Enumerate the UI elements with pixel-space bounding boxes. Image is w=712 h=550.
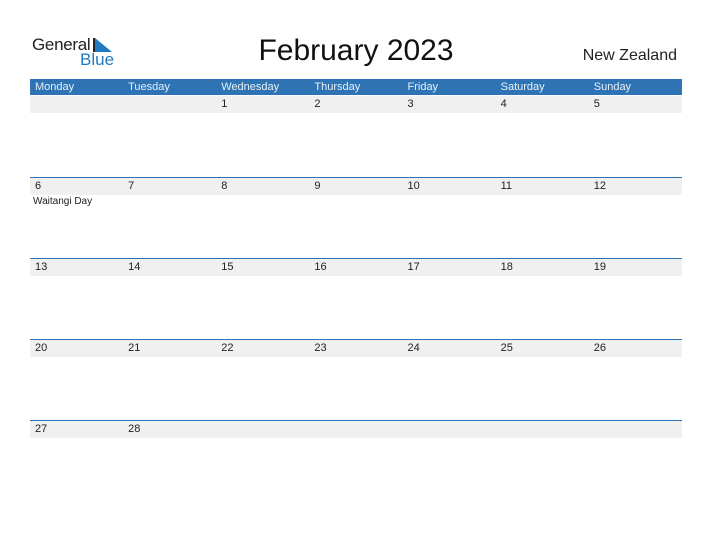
- holiday-event: [30, 113, 123, 114]
- day-number: 27: [35, 423, 48, 435]
- day-number: 7: [128, 180, 135, 192]
- holiday-event: [309, 438, 402, 439]
- day-number: [216, 421, 309, 438]
- holiday-event: [403, 113, 496, 114]
- week-row: 1 2 3 4 5: [30, 96, 682, 114]
- day-number: 20: [35, 342, 48, 354]
- day-number: 8: [221, 180, 228, 192]
- holiday-event: [123, 195, 216, 207]
- weekday-friday: Friday: [407, 81, 439, 93]
- country-label: New Zealand: [582, 47, 677, 64]
- weekday-header: Monday Tuesday Wednesday Thursday Friday…: [30, 79, 682, 95]
- holiday-event: [30, 276, 123, 277]
- week-row: 27 28: [30, 420, 682, 439]
- holiday-event: [496, 276, 589, 277]
- day-number: 16: [314, 261, 327, 273]
- events-row: [30, 113, 682, 114]
- day-number: 18: [500, 261, 513, 273]
- day-number: [496, 421, 589, 438]
- date-strip: 27 28: [30, 421, 682, 438]
- day-number: 11: [500, 180, 513, 192]
- events-row: [30, 357, 682, 358]
- weekday-saturday: Saturday: [500, 81, 545, 93]
- holiday-event: [216, 276, 309, 277]
- day-number: 10: [407, 180, 420, 192]
- day-number: 17: [407, 261, 420, 273]
- events-row: [30, 438, 682, 439]
- day-number: 23: [314, 342, 327, 354]
- date-strip: 20 21 22 23 24 25 26: [30, 340, 682, 357]
- holiday-event: [309, 195, 402, 207]
- holiday-event: [123, 113, 216, 114]
- holiday-event: [589, 276, 682, 277]
- holiday-event: [216, 438, 309, 439]
- day-number: 24: [407, 342, 420, 354]
- weekday-sunday: Sunday: [593, 81, 632, 93]
- week-row: 20 21 22 23 24 25 26: [30, 339, 682, 358]
- holiday-event: [589, 438, 682, 439]
- week-row: 13 14 15 16 17 18 19: [30, 258, 682, 277]
- day-number: 6: [35, 180, 42, 192]
- day-number: 14: [128, 261, 141, 273]
- holiday-event: [309, 357, 402, 358]
- events-row: [30, 276, 682, 277]
- day-number: 15: [221, 261, 234, 273]
- day-number: 21: [128, 342, 141, 354]
- day-number: [123, 96, 216, 113]
- holiday-event: [123, 438, 216, 439]
- day-number: [403, 421, 496, 438]
- day-number: 3: [407, 98, 414, 110]
- holiday-event: [309, 276, 402, 277]
- day-number: 25: [500, 342, 513, 354]
- day-number: 2: [314, 98, 321, 110]
- day-number: [30, 96, 123, 113]
- events-row: Waitangi Day: [30, 195, 682, 207]
- day-number: 13: [35, 261, 48, 273]
- holiday-event: [30, 357, 123, 358]
- date-strip: 1 2 3 4 5: [30, 96, 682, 113]
- holiday-event: [403, 195, 496, 207]
- holiday-event: [589, 195, 682, 207]
- holiday-event: [589, 113, 682, 114]
- day-number: [309, 421, 402, 438]
- holiday-event: [496, 357, 589, 358]
- holiday-event: [496, 438, 589, 439]
- holiday-event: [123, 276, 216, 277]
- day-number: 28: [128, 423, 141, 435]
- holiday-event: [216, 195, 309, 207]
- holiday-event: [309, 113, 402, 114]
- weekday-tuesday: Tuesday: [128, 81, 170, 93]
- week-row: 6 7 8 9 10 11 12 Waitangi Day: [30, 177, 682, 207]
- holiday-event: Waitangi Day: [33, 196, 93, 207]
- day-number: 19: [593, 261, 606, 273]
- day-number: 26: [593, 342, 606, 354]
- holiday-event: [496, 195, 589, 207]
- date-strip: 6 7 8 9 10 11 12: [30, 178, 682, 195]
- day-number: 22: [221, 342, 234, 354]
- holiday-event: [403, 276, 496, 277]
- holiday-event: [589, 357, 682, 358]
- calendar: Monday Tuesday Wednesday Thursday Friday…: [30, 79, 682, 438]
- weekday-thursday: Thursday: [314, 81, 361, 93]
- day-number: 5: [593, 98, 600, 110]
- holiday-event: [403, 438, 496, 439]
- day-number: 9: [314, 180, 321, 192]
- holiday-event: [496, 113, 589, 114]
- weekday-monday: Monday: [35, 81, 75, 93]
- date-strip: 13 14 15 16 17 18 19: [30, 259, 682, 276]
- day-number: 1: [221, 98, 228, 110]
- holiday-event: [30, 438, 123, 439]
- weekday-wednesday: Wednesday: [221, 81, 280, 93]
- holiday-event: [216, 357, 309, 358]
- day-number: [589, 421, 682, 438]
- day-number: 4: [500, 98, 507, 110]
- holiday-event: [216, 113, 309, 114]
- day-number: 12: [593, 180, 606, 192]
- holiday-event: [123, 357, 216, 358]
- holiday-event: [403, 357, 496, 358]
